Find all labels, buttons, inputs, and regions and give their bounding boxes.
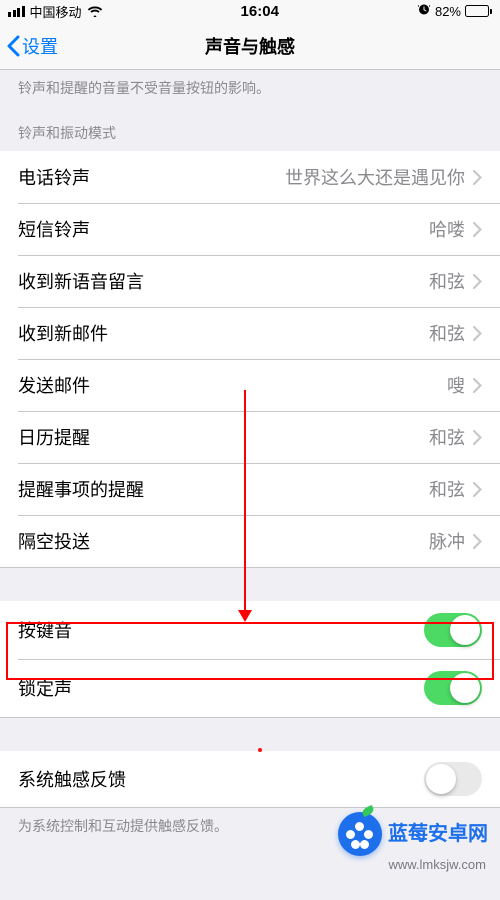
row-ringtone[interactable]: 电话铃声 世界这么大还是遇见你 [0,151,500,203]
row-new-voicemail[interactable]: 收到新语音留言 和弦 [0,255,500,307]
row-reminder-alerts[interactable]: 提醒事项的提醒 和弦 [0,463,500,515]
chevron-right-icon [473,430,482,445]
row-text-tone[interactable]: 短信铃声 哈喽 [0,203,500,255]
chevron-right-icon [473,274,482,289]
row-label: 系统触感反馈 [18,766,424,792]
row-label: 短信铃声 [18,216,429,242]
hint-text: 铃声和提醒的音量不受音量按钮的影响。 [0,70,500,105]
chevron-right-icon [473,170,482,185]
toggle-system-haptics[interactable] [424,762,482,796]
row-label: 锁定声 [18,675,424,701]
row-airdrop[interactable]: 隔空投送 脉冲 [0,515,500,567]
sounds-group: 电话铃声 世界这么大还是遇见你 短信铃声 哈喽 收到新语音留言 和弦 收到新邮件… [0,151,500,567]
row-value: 和弦 [429,268,465,294]
row-sent-mail[interactable]: 发送邮件 嗖 [0,359,500,411]
page-title: 声音与触感 [0,33,500,59]
content-scroll[interactable]: 铃声和提醒的音量不受音量按钮的影响。 铃声和振动模式 电话铃声 世界这么大还是遇… [0,70,500,900]
status-time: 16:04 [103,3,417,20]
status-bar: 中国移动 16:04 82% [0,0,500,22]
battery-icon [465,5,492,17]
back-label: 设置 [22,33,58,59]
row-system-haptics: 系统触感反馈 [0,751,500,807]
row-label: 提醒事项的提醒 [18,476,429,502]
signal-icon [8,6,25,17]
row-value: 和弦 [429,320,465,346]
row-value: 嗖 [447,372,465,398]
row-lock-sound: 锁定声 [0,659,500,717]
chevron-right-icon [473,222,482,237]
row-label: 日历提醒 [18,424,429,450]
chevron-right-icon [473,482,482,497]
row-value: 世界这么大还是遇见你 [285,164,465,190]
toggle-keyboard-clicks[interactable] [424,613,482,647]
row-label: 按键音 [18,617,424,643]
row-value: 哈喽 [429,216,465,242]
wifi-icon [87,5,103,17]
row-label: 收到新语音留言 [18,268,429,294]
row-label: 发送邮件 [18,372,447,398]
row-value: 和弦 [429,476,465,502]
chevron-right-icon [473,378,482,393]
section-header-sounds: 铃声和振动模式 [0,105,500,151]
footer-text: 为系统控制和互动提供触感反馈。 [0,807,500,843]
row-value: 脉冲 [429,528,465,554]
row-label: 电话铃声 [18,164,285,190]
battery-pct: 82% [435,4,461,19]
row-label: 隔空投送 [18,528,429,554]
chevron-right-icon [473,534,482,549]
chevron-right-icon [473,326,482,341]
back-button[interactable]: 设置 [0,33,58,59]
toggles-group: 按键音 锁定声 [0,601,500,717]
alarm-icon [417,3,431,19]
toggle-lock-sound[interactable] [424,671,482,705]
haptic-group: 系统触感反馈 [0,751,500,807]
row-calendar-alerts[interactable]: 日历提醒 和弦 [0,411,500,463]
row-new-mail[interactable]: 收到新邮件 和弦 [0,307,500,359]
nav-bar: 设置 声音与触感 [0,22,500,70]
row-keyboard-clicks: 按键音 [0,601,500,659]
carrier-label: 中国移动 [30,2,82,21]
row-label: 收到新邮件 [18,320,429,346]
row-value: 和弦 [429,424,465,450]
